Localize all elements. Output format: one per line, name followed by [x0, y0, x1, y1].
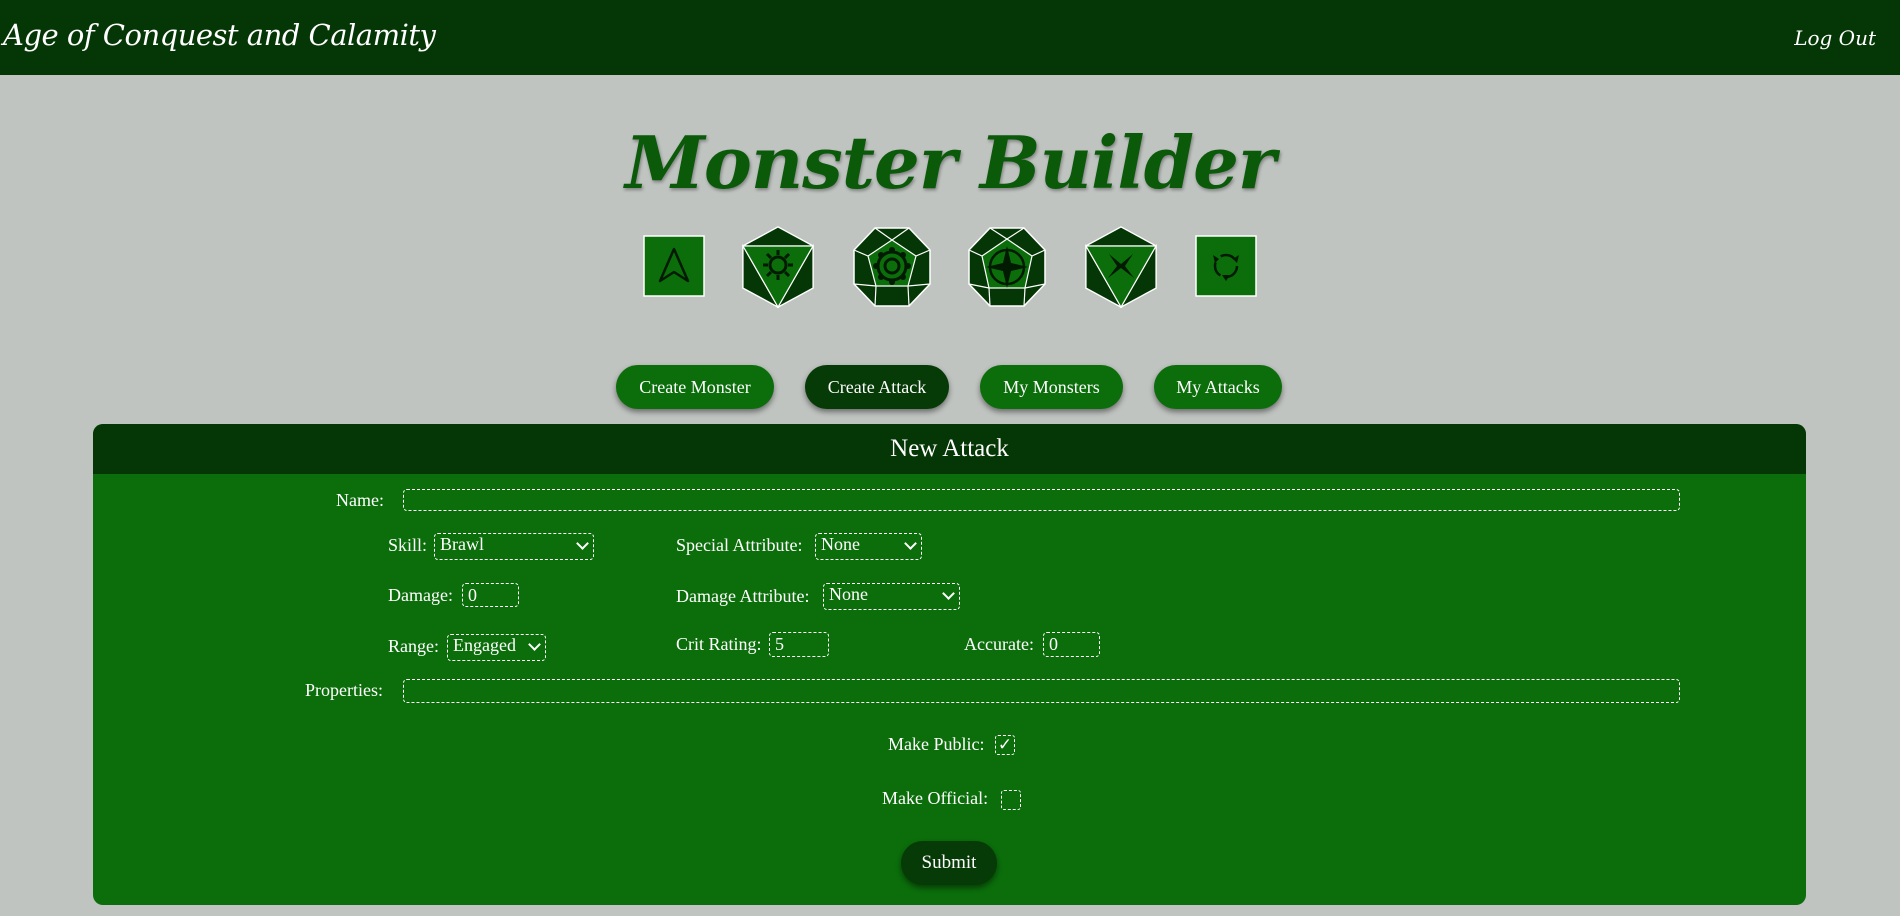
properties-label: Properties: — [305, 680, 383, 700]
page-title: Monster Builder — [625, 120, 1276, 205]
damage-attribute-select-value: None — [829, 584, 868, 604]
builder-tabs: Create Monster Create Attack My Monsters… — [0, 365, 1900, 411]
d8-gear-die-icon[interactable] — [852, 226, 932, 308]
make-official-checkbox[interactable] — [1001, 790, 1021, 810]
accurate-input[interactable] — [1043, 632, 1100, 657]
app-title[interactable]: Age of Conquest and Calamity — [3, 18, 436, 52]
top-navbar: Age of Conquest and Calamity Log Out — [0, 0, 1900, 75]
special-attribute-select[interactable]: None — [815, 533, 922, 560]
chevron-down-icon — [576, 537, 589, 550]
make-public-checkbox[interactable]: ✓ — [995, 735, 1015, 755]
range-select[interactable]: Engaged — [447, 634, 546, 661]
d20-spiral-die-icon[interactable] — [1195, 235, 1257, 297]
d10-compass-die-icon[interactable] — [967, 226, 1047, 308]
tab-create-monster[interactable]: Create Monster — [616, 365, 774, 409]
checkmark-icon: ✓ — [997, 735, 1013, 754]
chevron-down-icon — [528, 638, 541, 651]
d4-arrow-die-icon[interactable] — [643, 235, 705, 297]
submit-button[interactable]: Submit — [901, 841, 997, 885]
range-select-value: Engaged — [453, 635, 516, 655]
special-attribute-label: Special Attribute: — [676, 535, 803, 555]
damage-attribute-label: Damage Attribute: — [676, 586, 810, 606]
name-input[interactable] — [403, 489, 1680, 511]
d12-cross-die-icon[interactable] — [1084, 226, 1158, 308]
dice-row — [0, 224, 1900, 310]
skill-select-value: Brawl — [440, 534, 484, 554]
make-public-label: Make Public: — [888, 734, 985, 754]
range-label: Range: — [388, 636, 439, 656]
logout-link[interactable]: Log Out — [1794, 26, 1876, 50]
tab-create-attack[interactable]: Create Attack — [805, 365, 949, 409]
damage-label: Damage: — [388, 585, 453, 605]
chevron-down-icon — [904, 537, 917, 550]
new-attack-form: New Attack Name: Skill: Brawl Special At… — [93, 424, 1806, 905]
skill-select[interactable]: Brawl — [434, 533, 594, 560]
tab-my-monsters[interactable]: My Monsters — [980, 365, 1123, 409]
damage-attribute-select[interactable]: None — [823, 583, 960, 610]
properties-input[interactable] — [403, 679, 1680, 703]
make-official-label: Make Official: — [882, 788, 989, 808]
tab-my-attacks[interactable]: My Attacks — [1154, 365, 1282, 409]
form-title: New Attack — [93, 424, 1806, 474]
crit-rating-input[interactable] — [769, 632, 829, 657]
accurate-label: Accurate: — [964, 634, 1034, 654]
special-attribute-select-value: None — [821, 534, 860, 554]
crit-rating-label: Crit Rating: — [676, 634, 762, 654]
damage-input[interactable] — [462, 583, 519, 607]
d6-sun-die-icon[interactable] — [741, 226, 815, 308]
skill-label: Skill: — [388, 535, 428, 555]
name-label: Name: — [336, 490, 384, 510]
chevron-down-icon — [942, 587, 955, 600]
